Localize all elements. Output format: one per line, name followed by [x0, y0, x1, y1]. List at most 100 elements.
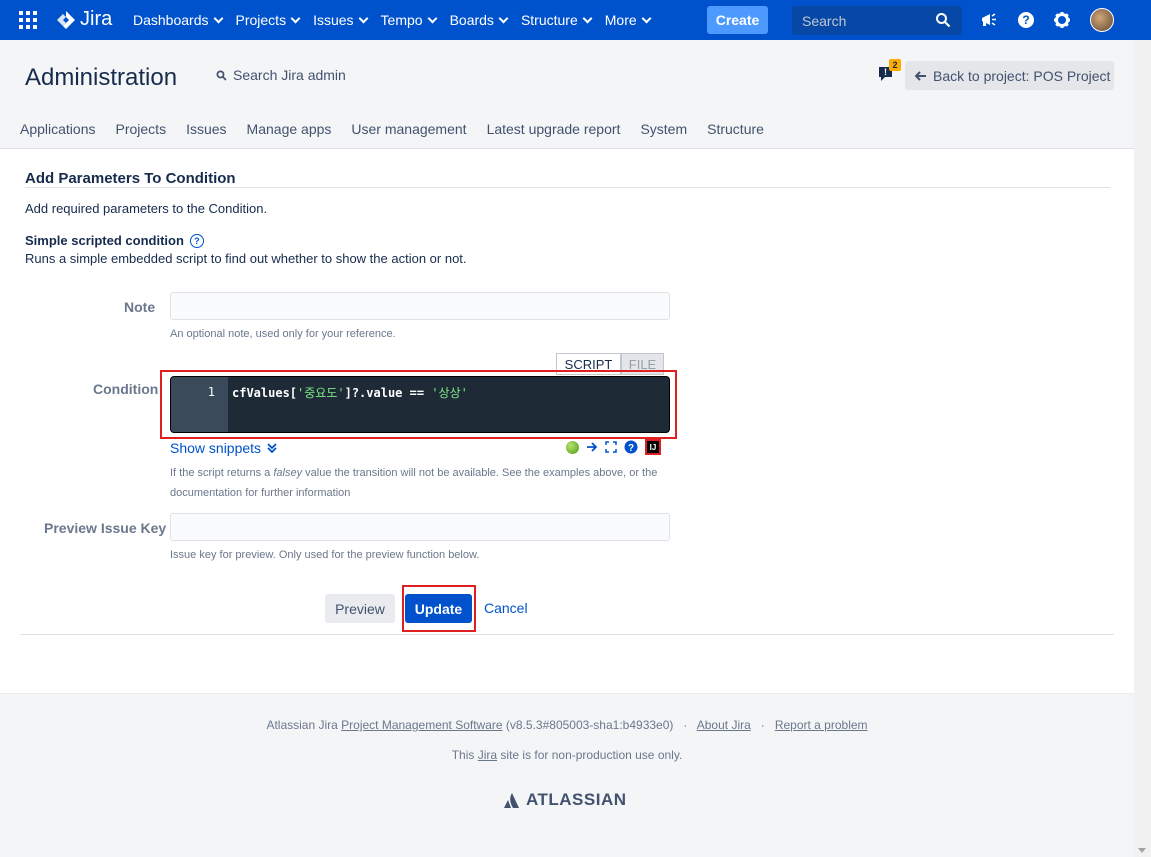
atlassian-brand-text: ATLASSIAN [526, 790, 627, 809]
nav-structure-label: Structure [520, 12, 578, 28]
footer-text: Atlassian Jira [266, 718, 342, 732]
nav-more[interactable]: More [598, 0, 657, 40]
footer: Atlassian Jira Project Management Softwa… [0, 693, 1134, 857]
footer-notice-text: site is for non-production use only. [497, 748, 683, 762]
cancel-link[interactable]: Cancel [484, 600, 528, 616]
form-description: Add required parameters to the Condition… [25, 201, 268, 216]
footer-info: Atlassian Jira Project Management Softwa… [0, 718, 1134, 732]
scroll-down-arrow-icon[interactable] [1138, 848, 1146, 853]
intellij-icon[interactable]: IJ [645, 439, 661, 455]
nav-issues[interactable]: Issues [306, 0, 373, 40]
main-nav-menu: Dashboards Projects Issues Tempo Boards … [126, 0, 657, 40]
back-to-project-button[interactable]: Back to project: POS Project [905, 61, 1114, 90]
note-label: Note [124, 299, 156, 315]
jira-link[interactable]: Jira [478, 748, 497, 762]
admin-header: Administration Search Jira admin ! 2 Bac… [0, 40, 1134, 148]
condition-type-heading: Simple scripted condition ? [25, 233, 204, 248]
gear-icon[interactable] [1052, 10, 1072, 30]
fullscreen-icon[interactable] [605, 441, 617, 453]
update-highlight-box [402, 585, 476, 632]
condition-help-part: value the transition will not be availab… [302, 467, 658, 479]
nav-boards-label: Boards [449, 12, 494, 28]
chevron-down-icon [290, 13, 301, 23]
nav-boards[interactable]: Boards [443, 0, 514, 40]
back-to-project-label: Back to project: POS Project [933, 67, 1111, 84]
page-title: Administration [25, 64, 178, 91]
header-divider [0, 148, 1134, 149]
help-icon[interactable]: ? [189, 233, 204, 248]
nav-tempo-label: Tempo [380, 12, 423, 28]
vertical-scrollbar[interactable] [1134, 40, 1151, 857]
condition-label: Condition [93, 381, 159, 397]
double-chevron-down-icon [267, 443, 277, 453]
note-input[interactable] [170, 292, 670, 320]
chevron-down-icon [358, 13, 368, 23]
nav-projects[interactable]: Projects [229, 0, 307, 40]
footer-notice: This Jira site is for non-production use… [0, 748, 1134, 762]
nav-projects-label: Projects [235, 12, 287, 28]
footer-separator: · [683, 718, 688, 732]
nav-structure[interactable]: Structure [514, 0, 598, 40]
tab-manage-apps[interactable]: Manage apps [247, 121, 332, 137]
footer-separator: · [760, 718, 765, 732]
admin-search-link[interactable]: Search Jira admin [216, 67, 346, 83]
arrow-right-icon[interactable] [586, 441, 598, 453]
help-icon[interactable]: ? [1016, 10, 1036, 30]
create-button[interactable]: Create [707, 6, 768, 34]
jira-logo[interactable]: Jira [56, 8, 112, 31]
show-snippets-label: Show snippets [170, 440, 262, 456]
chevron-down-icon [427, 13, 438, 23]
admin-search-label: Search Jira admin [233, 67, 346, 83]
tab-system[interactable]: System [640, 121, 687, 137]
preview-issue-key-label: Preview Issue Key [44, 520, 167, 536]
form-divider [20, 634, 1114, 635]
footer-notice-text: This [451, 748, 478, 762]
report-problem-link[interactable]: Report a problem [775, 718, 868, 732]
megaphone-icon[interactable] [979, 10, 999, 30]
notification-badge: 2 [889, 59, 901, 71]
chevron-down-icon [582, 13, 593, 23]
svg-text:!: ! [884, 67, 887, 77]
chevron-down-icon [498, 13, 509, 23]
svg-text:?: ? [628, 443, 634, 454]
tab-issues[interactable]: Issues [186, 121, 226, 137]
search-icon[interactable] [935, 12, 951, 28]
preview-button[interactable]: Preview [325, 594, 395, 623]
note-help-text: An optional note, used only for your ref… [170, 328, 396, 340]
status-ok-icon[interactable] [566, 440, 579, 454]
preview-issue-key-input[interactable] [170, 513, 670, 541]
chevron-down-icon [213, 13, 223, 23]
condition-highlight-box [160, 370, 677, 439]
top-navigation-bar: Jira Dashboards Projects Issues Tempo Bo… [0, 0, 1151, 40]
tab-projects[interactable]: Projects [116, 121, 167, 137]
condition-help-part: documentation for further information [170, 487, 351, 499]
chevron-down-icon [641, 13, 652, 23]
preview-issue-key-help: Issue key for preview. Only used for the… [170, 549, 480, 561]
tab-user-management[interactable]: User management [351, 121, 466, 137]
tab-structure[interactable]: Structure [707, 121, 764, 137]
editor-toolbar: ? IJ [566, 439, 661, 455]
title-divider [25, 187, 1110, 188]
pms-link[interactable]: Project Management Software [341, 718, 502, 732]
atlassian-logo-icon [504, 792, 519, 808]
arrow-left-icon [915, 70, 926, 81]
help-icon[interactable]: ? [624, 440, 638, 454]
nav-tempo[interactable]: Tempo [374, 0, 443, 40]
user-avatar[interactable] [1090, 8, 1114, 32]
admin-tabs: Applications Projects Issues Manage apps… [20, 121, 784, 137]
tab-applications[interactable]: Applications [20, 121, 96, 137]
show-snippets-link[interactable]: Show snippets [170, 440, 277, 456]
about-jira-link[interactable]: About Jira [697, 718, 751, 732]
condition-help-emphasis: falsey [273, 467, 303, 479]
svg-text:IJ: IJ [650, 443, 657, 452]
search-icon [216, 70, 227, 81]
nav-dashboards-label: Dashboards [133, 12, 209, 28]
condition-type-label: Simple scripted condition [25, 233, 184, 248]
svg-text:?: ? [1022, 13, 1029, 27]
jira-logo-text: Jira [80, 8, 113, 30]
atlassian-logo[interactable]: ATLASSIAN [503, 790, 627, 810]
footer-version: (v8.5.3#805003-sha1:b4933e0) [502, 718, 674, 732]
tab-latest-upgrade-report[interactable]: Latest upgrade report [487, 121, 621, 137]
nav-dashboards[interactable]: Dashboards [126, 0, 229, 40]
apps-grid-icon[interactable] [19, 11, 37, 29]
